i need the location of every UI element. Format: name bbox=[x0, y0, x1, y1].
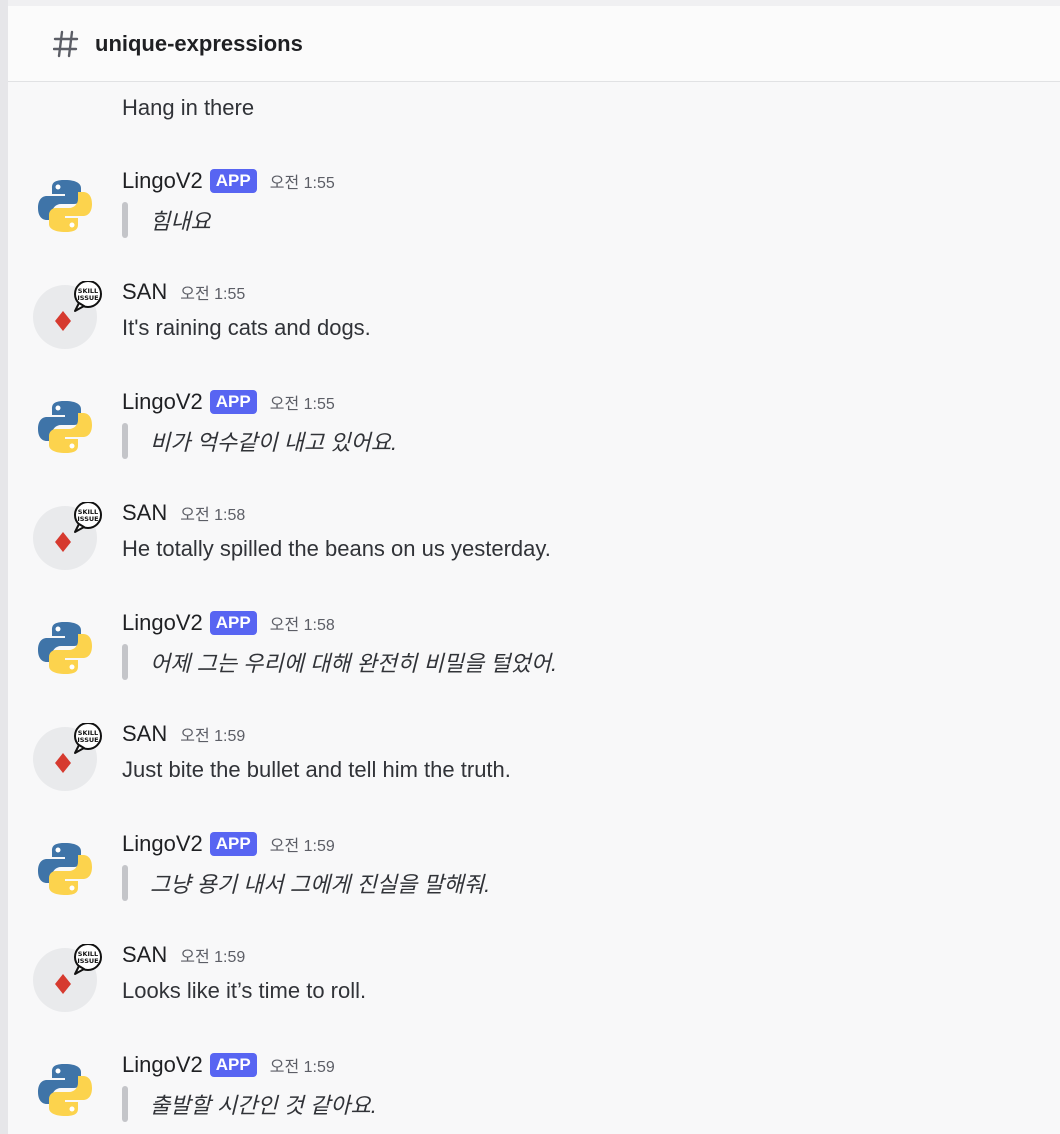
app-window: unique-expressions Hang in there LingoV2… bbox=[0, 0, 1060, 1134]
timestamp[interactable]: 오전 1:58 bbox=[180, 501, 245, 525]
blockquote: 힘내요 bbox=[122, 202, 211, 238]
author-name[interactable]: SAN bbox=[122, 279, 167, 305]
author-name[interactable]: SAN bbox=[122, 500, 167, 526]
author-name[interactable]: SAN bbox=[122, 942, 167, 968]
message-header: SAN 오전 1:59 bbox=[122, 940, 245, 970]
message-item[interactable]: SKILL ISSUE SAN 오전 1:59 Looks like it’s time… bbox=[8, 940, 1060, 1040]
author-name[interactable]: LingoV2 bbox=[122, 831, 203, 857]
author-name[interactable]: LingoV2 bbox=[122, 389, 203, 415]
partial-message-text: Hang in there bbox=[122, 95, 255, 120]
diamond-skill-issue-icon[interactable]: SKILL ISSUE bbox=[33, 944, 102, 1012]
timestamp[interactable]: 오전 1:55 bbox=[270, 169, 335, 193]
app-badge: APP bbox=[209, 169, 257, 193]
author-name[interactable]: LingoV2 bbox=[122, 610, 203, 636]
message-item[interactable]: LingoV2 APP 오전 1:59 그냥 용기 내서 그에게 진실을 말해줘. bbox=[8, 829, 1060, 929]
message-text: 어제 그는 우리에 대해 완전히 비밀을 털었어. bbox=[150, 651, 558, 676]
message-text: 비가 억수같이 내고 있어요. bbox=[150, 430, 398, 455]
python-logo-icon[interactable] bbox=[33, 395, 97, 459]
message-text: He totally spilled the beans on us yeste… bbox=[122, 536, 551, 561]
author-name[interactable]: LingoV2 bbox=[122, 1052, 203, 1078]
message-item[interactable]: LingoV2 APP 오전 1:55 비가 억수같이 내고 있어요. bbox=[8, 387, 1060, 487]
app-badge: APP bbox=[209, 390, 257, 414]
message-text: 그냥 용기 내서 그에게 진실을 말해줘. bbox=[150, 872, 491, 897]
message-text: 힘내요 bbox=[150, 209, 211, 234]
message-header: SAN 오전 1:58 bbox=[122, 498, 245, 528]
python-logo-icon[interactable] bbox=[33, 1058, 97, 1122]
message-header: LingoV2 APP 오전 1:59 bbox=[122, 829, 335, 859]
blockquote: 비가 억수같이 내고 있어요. bbox=[122, 423, 397, 459]
timestamp[interactable]: 오전 1:59 bbox=[270, 832, 335, 856]
quote-bar bbox=[122, 202, 128, 238]
timestamp[interactable]: 오전 1:58 bbox=[270, 611, 335, 635]
message-header: LingoV2 APP 오전 1:55 bbox=[122, 387, 335, 417]
author-name[interactable]: LingoV2 bbox=[122, 168, 203, 194]
message-text: 출발할 시간인 것 같아요. bbox=[150, 1093, 377, 1118]
timestamp[interactable]: 오전 1:55 bbox=[270, 390, 335, 414]
message-header: LingoV2 APP 오전 1:58 bbox=[122, 608, 335, 638]
channel-header: unique-expressions bbox=[8, 6, 1060, 82]
svg-text:ISSUE: ISSUE bbox=[77, 736, 98, 744]
quote-bar bbox=[122, 644, 128, 680]
message-header: LingoV2 APP 오전 1:59 bbox=[122, 1050, 335, 1080]
left-divider bbox=[0, 0, 8, 1134]
hash-icon bbox=[52, 30, 80, 58]
python-logo-icon[interactable] bbox=[33, 837, 97, 901]
diamond-skill-issue-icon[interactable]: SKILL ISSUE bbox=[33, 281, 102, 349]
message-header: SAN 오전 1:59 bbox=[122, 719, 245, 749]
timestamp[interactable]: 오전 1:55 bbox=[180, 280, 245, 304]
blockquote: 출발할 시간인 것 같아요. bbox=[122, 1086, 377, 1122]
quote-bar bbox=[122, 423, 128, 459]
message-text: Looks like it’s time to roll. bbox=[122, 978, 367, 1003]
quote-bar bbox=[122, 1086, 128, 1122]
message-item[interactable]: LingoV2 APP 오전 1:59 출발할 시간인 것 같아요. bbox=[8, 1050, 1060, 1134]
message-item[interactable]: LingoV2 APP 오전 1:55 힘내요 bbox=[8, 166, 1060, 266]
timestamp[interactable]: 오전 1:59 bbox=[180, 943, 245, 967]
blockquote: 그냥 용기 내서 그에게 진실을 말해줘. bbox=[122, 865, 490, 901]
timestamp[interactable]: 오전 1:59 bbox=[180, 722, 245, 746]
python-logo-icon[interactable] bbox=[33, 616, 97, 680]
app-badge: APP bbox=[209, 611, 257, 635]
app-badge: APP bbox=[209, 832, 257, 856]
channel-name[interactable]: unique-expressions bbox=[95, 31, 303, 57]
author-name[interactable]: SAN bbox=[122, 721, 167, 747]
svg-text:ISSUE: ISSUE bbox=[77, 957, 98, 965]
diamond-skill-issue-icon[interactable]: SKILL ISSUE bbox=[33, 723, 102, 791]
app-badge: APP bbox=[209, 1053, 257, 1077]
message-text: Just bite the bullet and tell him the tr… bbox=[122, 757, 511, 782]
timestamp[interactable]: 오전 1:59 bbox=[270, 1053, 335, 1077]
svg-text:ISSUE: ISSUE bbox=[77, 515, 98, 523]
message-item[interactable]: LingoV2 APP 오전 1:58 어제 그는 우리에 대해 완전히 비밀을 털었… bbox=[8, 608, 1060, 708]
svg-text:ISSUE: ISSUE bbox=[77, 294, 98, 302]
message-header: SAN 오전 1:55 bbox=[122, 277, 245, 307]
message-item[interactable]: SKILL ISSUE SAN 오전 1:59 Just bite the bullet… bbox=[8, 719, 1060, 819]
python-logo-icon[interactable] bbox=[33, 174, 97, 238]
message-item[interactable]: SKILL ISSUE SAN 오전 1:55 It's raining cats an… bbox=[8, 277, 1060, 377]
message-header: LingoV2 APP 오전 1:55 bbox=[122, 166, 335, 196]
blockquote: 어제 그는 우리에 대해 완전히 비밀을 털었어. bbox=[122, 644, 557, 680]
message-item[interactable]: SKILL ISSUE SAN 오전 1:58 He totally spilled t… bbox=[8, 498, 1060, 598]
message-list: Hang in there LingoV2 APP 오전 1:55 힘내요 SKILL I… bbox=[8, 83, 1060, 1134]
quote-bar bbox=[122, 865, 128, 901]
diamond-skill-issue-icon[interactable]: SKILL ISSUE bbox=[33, 502, 102, 570]
message-text: It's raining cats and dogs. bbox=[122, 315, 371, 340]
